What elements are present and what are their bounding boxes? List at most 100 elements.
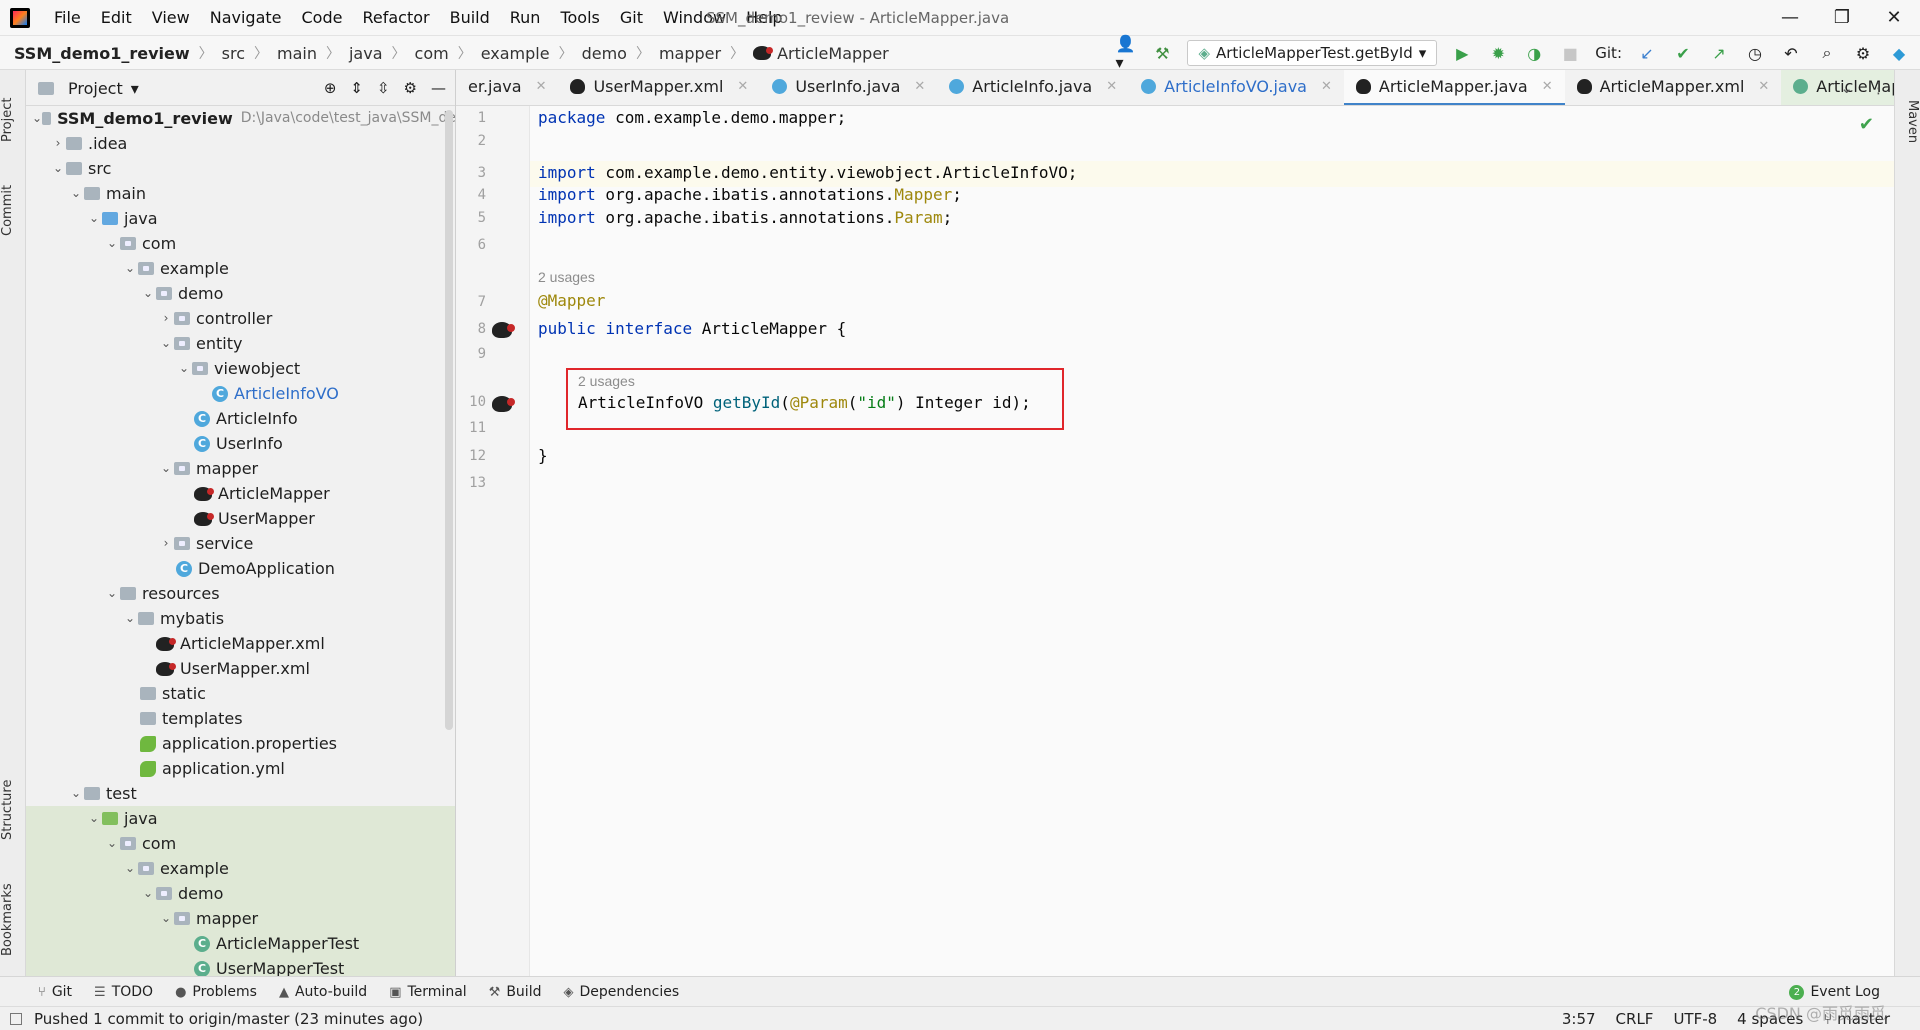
crumb-articlemapper[interactable]: ArticleMapper [777,44,889,63]
history-icon[interactable]: ◷ [1744,42,1766,64]
gear-icon[interactable]: ⚙ [404,79,417,97]
crumb-example[interactable]: example [481,44,550,63]
menu-code[interactable]: Code [292,0,353,36]
tree-row[interactable]: ⌄ viewobject [26,356,455,381]
tree-row[interactable]: static [26,681,455,706]
crumb-src[interactable]: src [222,44,245,63]
tree-row[interactable]: ⌄ main [26,181,455,206]
tree-row[interactable]: › .idea [26,131,455,156]
restore-button[interactable]: ❐ [1816,0,1868,36]
usages-hint[interactable]: 2 usages [538,269,595,285]
build-tool-tab[interactable]: ⚒ Build [489,984,542,1000]
toggle-tool-windows-icon[interactable] [10,1013,22,1025]
chevron-right-icon[interactable]: › [50,131,66,156]
chevron-down-icon[interactable]: ⌄ [104,231,120,256]
tree-row[interactable]: ⌄ mybatis [26,606,455,631]
menu-build[interactable]: Build [440,0,500,36]
tree-row[interactable]: ⌄ mapper [26,906,455,931]
code-editor[interactable]: 1 2 3 4 5 6 7 8 9 10 11 12 13 package co… [456,106,1894,976]
tree-row[interactable]: ⌄ resources [26,581,455,606]
chevron-down-icon[interactable]: ⌄ [158,331,174,356]
tree-row[interactable]: templates [26,706,455,731]
git-push-icon[interactable]: ↗ [1708,42,1730,64]
tree-row[interactable]: ⌄ mapper [26,456,455,481]
chevron-right-icon[interactable]: › [158,306,174,331]
tree-row[interactable]: ⌄ example [26,856,455,881]
intellij-logo-icon[interactable] [10,8,30,28]
chevron-down-icon[interactable]: ⌄ [68,181,84,206]
menu-tools[interactable]: Tools [550,0,609,36]
tree-row[interactable]: application.properties [26,731,455,756]
user-icon[interactable]: 👤▾ [1115,34,1137,72]
close-tab-icon[interactable]: ✕ [1321,79,1332,94]
tree-row[interactable]: ⌄ java [26,806,455,831]
mybatis-navigate-icon[interactable] [492,322,515,338]
expand-all-icon[interactable]: ⇕ [350,79,363,97]
tree-row[interactable]: › service [26,531,455,556]
locate-icon[interactable]: ⊕ [324,79,337,97]
menu-file[interactable]: File [44,0,91,36]
tree-row[interactable]: C UserMapperTest [26,956,455,976]
todo-tool-tab[interactable]: ☰ TODO [94,984,153,1000]
tree-row[interactable]: application.yml [26,756,455,781]
crumb-main[interactable]: main [277,44,317,63]
file-encoding[interactable]: UTF-8 [1673,1010,1717,1028]
chevron-down-icon[interactable]: ⌄ [32,106,42,131]
debug-icon[interactable]: ✹ [1487,42,1509,64]
collapse-all-icon[interactable]: ⇳ [377,79,390,97]
settings-gear-icon[interactable]: ⚙ [1852,42,1874,64]
crumb-mapper[interactable]: mapper [659,44,721,63]
run-icon[interactable]: ▶ [1451,42,1473,64]
project-view-selector[interactable]: Project ▾ [38,70,139,106]
run-config-select[interactable]: ◈ ArticleMapperTest.getById ▾ [1187,40,1438,66]
chevron-down-icon[interactable]: ⌄ [158,456,174,481]
tab-er-java[interactable]: er.java ✕ [456,70,558,105]
chevron-down-icon[interactable]: ⌄ [50,156,66,181]
close-tab-icon[interactable]: ✕ [1106,79,1117,94]
tree-row[interactable]: C DemoApplication [26,556,455,581]
chevron-down-icon[interactable]: ⌄ [68,781,84,806]
tree-row[interactable]: ⌄ example [26,256,455,281]
chevron-right-icon[interactable]: › [158,531,174,556]
search-icon[interactable]: ⌕ [1816,42,1838,64]
menu-view[interactable]: View [142,0,200,36]
caret-position[interactable]: 3:57 [1562,1010,1596,1028]
close-tab-icon[interactable]: ✕ [914,79,925,94]
menu-refactor[interactable]: Refactor [352,0,439,36]
chevron-down-icon[interactable]: ⌄ [104,581,120,606]
tree-row[interactable]: UserMapper [26,506,455,531]
menu-git[interactable]: Git [610,0,653,36]
commit-tool-tab[interactable]: Commit [0,170,26,250]
menu-navigate[interactable]: Navigate [200,0,292,36]
close-tab-icon[interactable]: ✕ [1542,79,1553,94]
tab-usermapper-xml[interactable]: UserMapper.xml ✕ [558,70,760,105]
tree-row[interactable]: ⌄ com [26,231,455,256]
chevron-down-icon[interactable]: ⌄ [140,881,156,906]
close-tab-icon[interactable]: ✕ [1758,79,1769,94]
maven-tool-tab[interactable]: Maven [1894,100,1920,143]
chevron-down-icon[interactable]: ⌄ [158,906,174,931]
crumb-java[interactable]: java [349,44,383,63]
line-separator[interactable]: CRLF [1616,1010,1654,1028]
tree-row[interactable]: C ArticleInfoVO [26,381,455,406]
tab-userinfo-java[interactable]: UserInfo.java ✕ [760,70,937,105]
inspection-ok-icon[interactable]: ✔ [1859,114,1874,135]
problems-tool-tab[interactable]: ● Problems [175,984,257,1000]
more-vertical-icon[interactable]: ⋮ [1871,79,1886,97]
tab-articlemapper-xml[interactable]: ArticleMapper.xml ✕ [1565,70,1782,105]
tree-row[interactable]: ⌄ src [26,156,455,181]
close-tab-icon[interactable]: ✕ [737,79,748,94]
tree-row[interactable]: › controller [26,306,455,331]
tree-row[interactable]: ⌄ test [26,781,455,806]
chevron-down-icon[interactable]: ⌄ [122,606,138,631]
tab-articleinfovo-java[interactable]: ArticleInfoVO.java ✕ [1129,70,1344,105]
status-message[interactable]: Pushed 1 commit to origin/master (23 min… [34,1007,423,1030]
git-tool-tab[interactable]: ⑂ Git [38,984,72,1000]
tab-articleinfo-java[interactable]: ArticleInfo.java ✕ [937,70,1129,105]
tree-row[interactable]: ⌄ demo [26,281,455,306]
git-commit-icon[interactable]: ✔ [1672,42,1694,64]
minimize-button[interactable]: — [1764,0,1816,36]
chevron-down-icon[interactable]: ⌄ [122,856,138,881]
hide-icon[interactable]: — [431,79,446,97]
usages-hint[interactable]: 2 usages [578,373,635,389]
